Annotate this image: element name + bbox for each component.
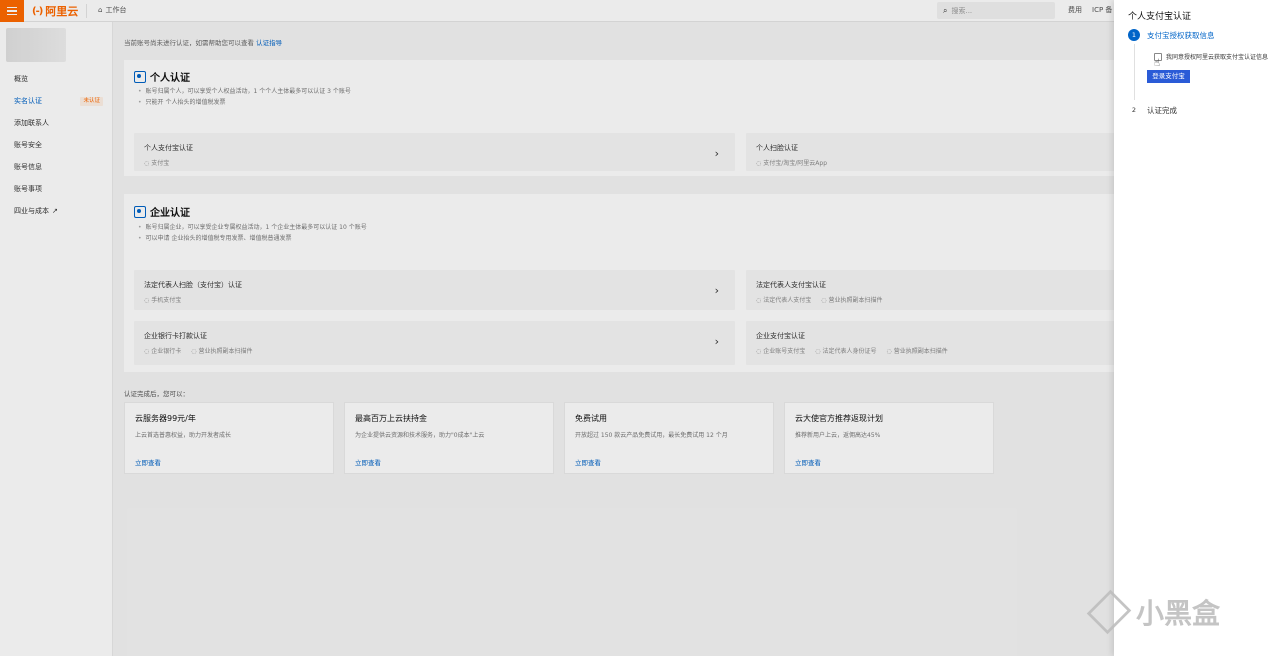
step-label: 支付宝授权获取信息 [1147, 31, 1215, 40]
step-connector [1133, 44, 1135, 100]
mouse-cursor-icon: ☝ [1154, 58, 1161, 69]
drawer-title: 个人支付宝认证 [1128, 12, 1192, 22]
alipay-verification-drawer: 个人支付宝认证 1 支付宝授权获取信息 我同意授权阿里云获取支付宝认证信息 登录… [1114, 0, 1280, 656]
watermark-text: 小黑盒 [1136, 597, 1221, 630]
watermark-logo-icon [1086, 589, 1132, 635]
step-label: 认证完成 [1147, 106, 1177, 115]
watermark: 小黑盒 [1086, 588, 1221, 636]
step-number: 2 [1131, 106, 1137, 114]
agreement-text: 我同意授权阿里云获取支付宝认证信息 [1166, 54, 1269, 61]
drawer-backdrop[interactable] [0, 0, 1114, 656]
login-alipay-button[interactable]: 登录支付宝 [1147, 70, 1190, 83]
agreement-row: 我同意授权阿里云获取支付宝认证信息 [1154, 52, 1268, 61]
step-number: 1 [1128, 29, 1140, 41]
